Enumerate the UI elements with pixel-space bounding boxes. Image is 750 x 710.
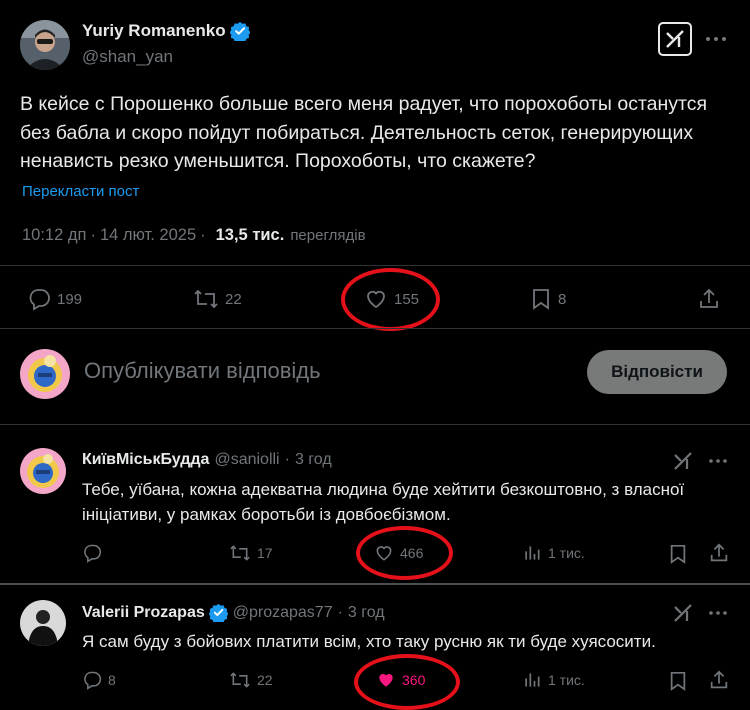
reply-icon [82, 543, 102, 563]
annotation-circle [341, 268, 440, 331]
bookmark-button[interactable]: 8 [530, 287, 566, 311]
share-icon [697, 287, 721, 311]
views-count: 1 тис. [548, 545, 585, 561]
post-time[interactable]: 10:12 дп [22, 226, 86, 245]
grok-icon[interactable] [658, 22, 692, 56]
repost-icon [193, 287, 219, 311]
reply-time[interactable]: 3 год [348, 604, 385, 622]
meta-separator: · [90, 226, 96, 244]
meta-separator: · [200, 226, 206, 244]
reply-button[interactable]: 199 [27, 287, 82, 311]
reply-icon [82, 670, 102, 690]
reply-count: 199 [57, 290, 83, 308]
verified-badge-icon [229, 21, 250, 41]
divider [0, 583, 750, 585]
more-icon[interactable] [706, 601, 730, 625]
author-name[interactable]: Yuriy Romanenko [82, 21, 226, 41]
reply-button[interactable]: 8 [82, 670, 116, 690]
repost-count: 22 [257, 672, 273, 688]
reply-header: Valerii Prozapas @prozapas77 · 3 год [82, 603, 385, 622]
reply-time[interactable]: 3 год [295, 451, 332, 469]
reply-avatar[interactable] [20, 448, 66, 494]
post-views-count: 13,5 тис. [215, 226, 285, 244]
bookmark-icon [530, 287, 552, 311]
repost-icon [229, 670, 251, 690]
views-icon [522, 543, 542, 563]
annotation-circle [354, 654, 460, 710]
grok-icon[interactable] [671, 449, 695, 473]
reply-header: КиївМіськБудда @saniolli · 3 год [82, 451, 332, 469]
reply-button[interactable] [82, 543, 108, 563]
share-icon[interactable] [708, 669, 730, 691]
divider [0, 265, 750, 266]
views-icon [522, 670, 542, 690]
reply-text: Тебе, уїбана, кожна адекватна людина буд… [82, 480, 685, 524]
share-icon[interactable] [708, 542, 730, 564]
repost-count: 17 [257, 545, 273, 561]
post-meta: 10:12 дп · 14 лют. 2025 · 13,5 тис. пере… [22, 226, 366, 245]
bookmark-icon[interactable] [668, 543, 688, 565]
reply-avatar[interactable] [20, 600, 66, 646]
user-avatar[interactable] [20, 349, 70, 399]
author-avatar[interactable] [20, 20, 70, 70]
reply-submit-button[interactable]: Відповісти [587, 350, 727, 394]
more-icon[interactable] [700, 26, 732, 52]
reply-input[interactable]: Опублікувати відповідь [84, 358, 321, 384]
reply-dot: · [284, 451, 290, 468]
verified-badge-icon [208, 603, 228, 622]
reply-text: Я сам буду з бойових платити всім, хто т… [82, 632, 656, 651]
bookmark-icon[interactable] [668, 670, 688, 692]
reply-author-handle[interactable]: @saniolli [214, 451, 279, 469]
reply-count: 8 [108, 672, 116, 688]
views-count: 1 тис. [548, 672, 585, 688]
more-icon[interactable] [706, 449, 730, 473]
post-views-label: переглядів [290, 227, 366, 244]
translate-post-link[interactable]: Перекласти пост [22, 183, 139, 200]
views-button[interactable]: 1 тис. [522, 670, 585, 690]
author-handle[interactable]: @shan_yan [82, 47, 173, 67]
divider [0, 424, 750, 425]
repost-button[interactable]: 17 [229, 543, 273, 563]
reply-icon [27, 287, 51, 311]
reply-dot: · [337, 603, 343, 621]
reply-author-name[interactable]: КиївМіськБудда [82, 451, 209, 469]
post-date[interactable]: 14 лют. 2025 [100, 226, 196, 245]
reply-author-name[interactable]: Valerii Prozapas [82, 604, 205, 622]
grok-icon[interactable] [671, 601, 695, 625]
bookmark-count: 8 [558, 290, 567, 308]
repost-button[interactable]: 22 [229, 670, 273, 690]
reply-author-handle[interactable]: @prozapas77 [233, 604, 333, 622]
views-button[interactable]: 1 тис. [522, 543, 585, 563]
share-button[interactable] [697, 287, 721, 311]
divider [0, 328, 750, 329]
repost-icon [229, 543, 251, 563]
post-text: В кейсе с Порошенко больше всего меня ра… [20, 93, 708, 173]
repost-button[interactable]: 22 [193, 287, 242, 311]
annotation-circle [356, 526, 453, 580]
reply-author-name-row[interactable]: Valerii Prozapas [82, 603, 228, 622]
author-name-row[interactable]: Yuriy Romanenko [82, 21, 250, 41]
repost-count: 22 [225, 290, 242, 308]
